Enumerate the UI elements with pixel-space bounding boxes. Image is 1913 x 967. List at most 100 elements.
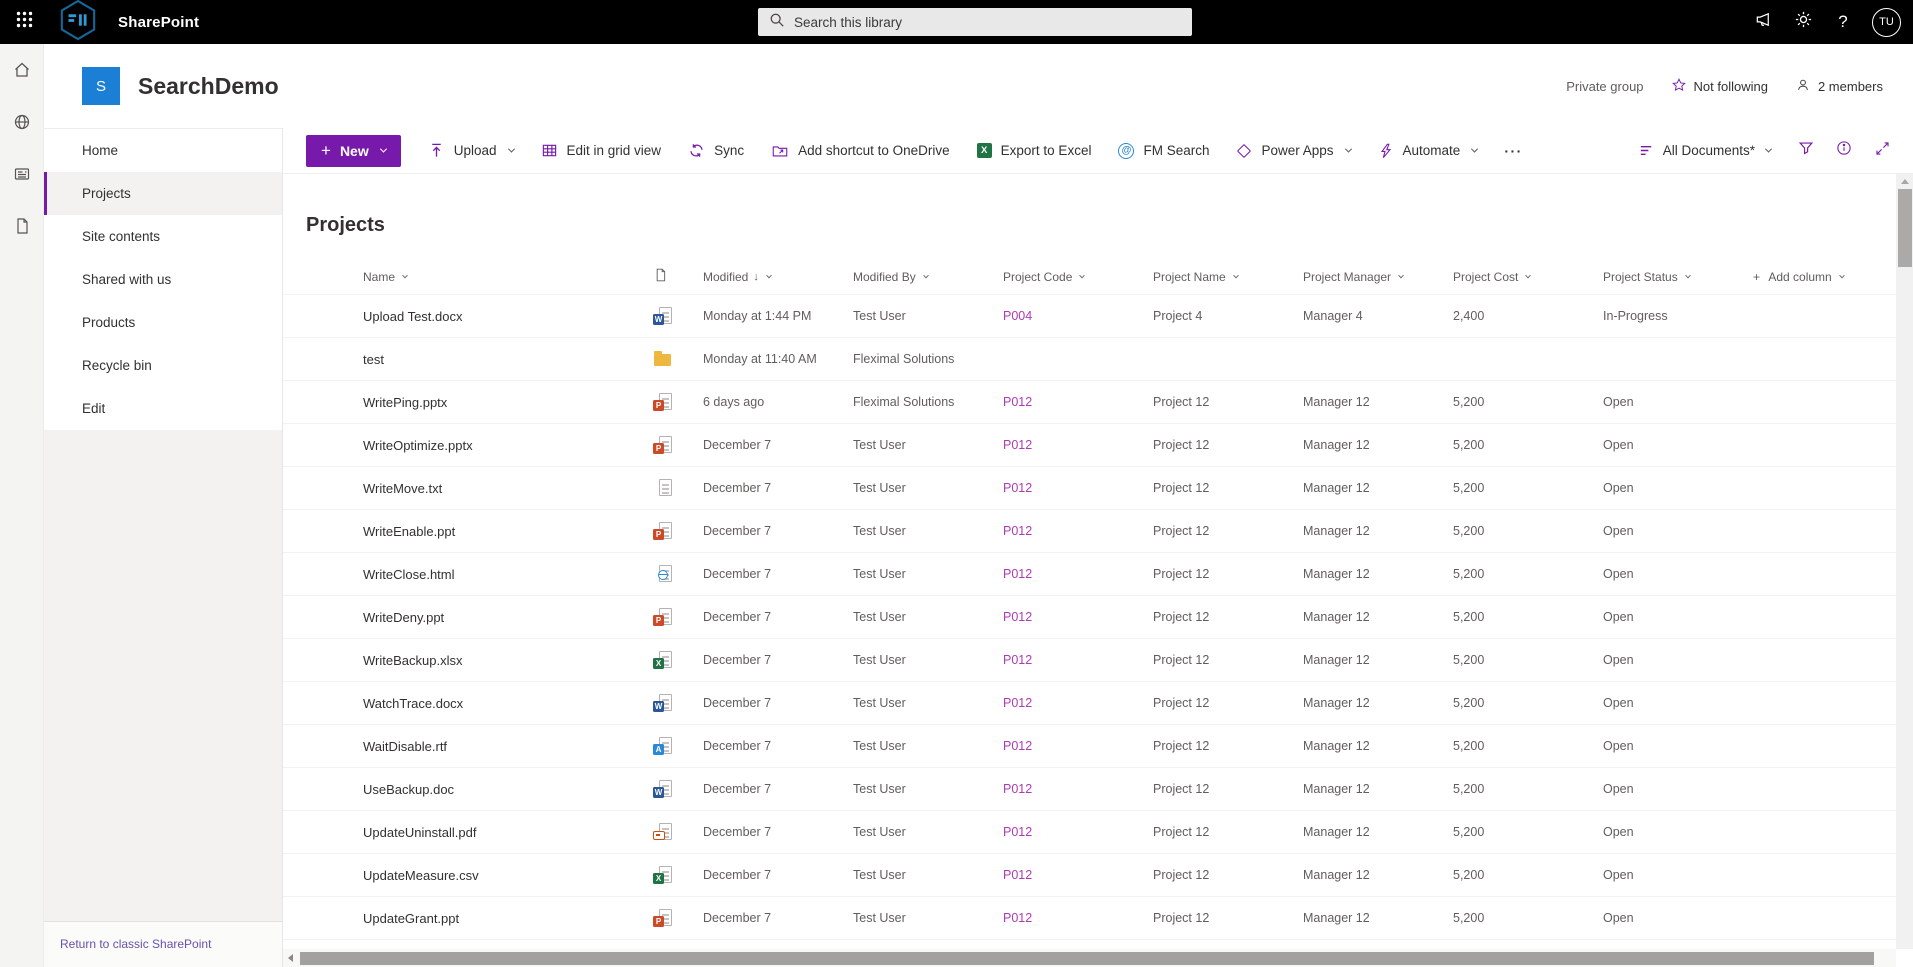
info-button[interactable] (1827, 135, 1861, 167)
follow-button[interactable]: Not following (1671, 77, 1768, 96)
overflow-button[interactable]: ··· (1504, 143, 1523, 159)
project-code-cell[interactable]: P012 (1003, 739, 1153, 753)
file-name-cell[interactable]: WritePing.pptx (363, 395, 653, 410)
settings-button[interactable] (1783, 0, 1823, 44)
project-code-cell[interactable]: P012 (1003, 696, 1153, 710)
cmd-export-to-excel[interactable]: X Export to Excel (976, 143, 1091, 158)
cmd-edit-in-grid-view[interactable]: Edit in grid view (541, 142, 661, 159)
feedback-button[interactable] (1743, 0, 1783, 44)
filter-button[interactable] (1789, 135, 1823, 167)
table-row[interactable]: WriteEnable.ppt P December 7 Test User P012 P… (283, 510, 1913, 553)
file-badge: P (653, 615, 664, 626)
fullscreen-button[interactable] (1865, 135, 1899, 167)
app-launcher-button[interactable] (0, 0, 48, 44)
table-row[interactable]: WaitDisable.rtf A December 7 Test User P012 P… (283, 725, 1913, 768)
table-row[interactable]: WriteClose.html December 7 Test User P012 Pr… (283, 553, 1913, 596)
column-header-name[interactable]: Name (363, 270, 653, 284)
table-row[interactable]: UpdateGrant.ppt P December 7 Test User P012 P… (283, 897, 1913, 940)
column-header-project-status[interactable]: Project Status (1603, 270, 1753, 284)
file-name-cell[interactable]: WaitDisable.rtf (363, 739, 653, 754)
tenant-logo[interactable] (56, 0, 100, 44)
cmd-automate[interactable]: Automate (1378, 143, 1479, 159)
waffle-icon (16, 11, 33, 33)
project-code-cell[interactable]: P012 (1003, 653, 1153, 667)
project-code-cell[interactable]: P012 (1003, 610, 1153, 624)
table-row[interactable]: WatchTrace.docx W December 7 Test User P012 P… (283, 682, 1913, 725)
rail-documents-button[interactable] (12, 216, 32, 241)
project-code-cell[interactable]: P004 (1003, 309, 1153, 323)
project-code-cell[interactable]: P012 (1003, 395, 1153, 409)
table-row[interactable]: test Monday at 11:40 AM Fleximal Solutions (283, 338, 1913, 381)
table-row[interactable]: WriteDeny.ppt P December 7 Test User P012 Pro… (283, 596, 1913, 639)
sidebar-item-label: Products (82, 315, 136, 330)
file-name-cell[interactable]: WriteClose.html (363, 567, 653, 582)
file-name-cell[interactable]: Upload Test.docx (363, 309, 653, 324)
column-header-project-manager[interactable]: Project Manager (1303, 270, 1453, 284)
cmd-fm-search[interactable]: @ FM Search (1118, 142, 1209, 159)
column-header-file-type[interactable] (653, 267, 703, 286)
sidebar-item-shared-with-us[interactable]: Shared with us (44, 258, 282, 301)
file-name-cell[interactable]: UpdateUninstall.pdf (363, 825, 653, 840)
file-name-cell[interactable]: WriteBackup.xlsx (363, 653, 653, 668)
file-name-cell[interactable]: test (363, 352, 653, 367)
sidebar-item-recycle-bin[interactable]: Recycle bin (44, 344, 282, 387)
horizontal-scrollbar[interactable] (283, 949, 1896, 967)
cmd-sync[interactable]: Sync (688, 142, 744, 159)
sidebar-item-edit[interactable]: Edit (44, 387, 282, 430)
help-button[interactable]: ? (1823, 0, 1863, 44)
classic-sharepoint-link[interactable]: Return to classic SharePoint (60, 937, 211, 951)
file-name-cell[interactable]: WriteDeny.ppt (363, 610, 653, 625)
column-header-add-column[interactable]: + Add column (1753, 270, 1913, 284)
cmd-upload[interactable]: Upload (428, 142, 515, 159)
sidebar-item-site-contents[interactable]: Site contents (44, 215, 282, 258)
power-apps-icon (1237, 143, 1252, 158)
sidebar-item-projects[interactable]: Projects (44, 172, 282, 215)
project-code-cell[interactable]: P012 (1003, 524, 1153, 538)
vertical-scrollbar-thumb[interactable] (1897, 189, 1912, 267)
members-button[interactable]: 2 members (1795, 77, 1883, 96)
column-header-modified-by[interactable]: Modified By (853, 270, 1003, 284)
site-logo[interactable]: S (82, 67, 120, 105)
project-code-cell[interactable]: P012 (1003, 438, 1153, 452)
sidebar-item-products[interactable]: Products (44, 301, 282, 344)
table-row[interactable]: UpdateMeasure.csv X December 7 Test User P01… (283, 854, 1913, 897)
project-status-cell: Open (1603, 524, 1634, 538)
project-code-cell[interactable]: P012 (1003, 911, 1153, 925)
new-button[interactable]: + New (306, 134, 401, 167)
file-name-cell[interactable]: WriteOptimize.pptx (363, 438, 653, 453)
column-header-project-code[interactable]: Project Code (1003, 270, 1153, 284)
file-name-cell[interactable]: WatchTrace.docx (363, 696, 653, 711)
project-code-cell[interactable]: P012 (1003, 868, 1153, 882)
cmd-add-shortcut-to-onedrive[interactable]: Add shortcut to OneDrive (771, 142, 950, 160)
rail-news-button[interactable] (12, 164, 32, 189)
view-selector[interactable]: All Documents* (1638, 142, 1773, 159)
search-input[interactable] (794, 14, 1181, 30)
project-code-cell[interactable]: P012 (1003, 825, 1153, 839)
table-row[interactable]: WriteOptimize.pptx P December 7 Test User P0… (283, 424, 1913, 467)
table-row[interactable]: WriteMove.txt December 7 Test User P012 Proj… (283, 467, 1913, 510)
table-row[interactable]: UpdateUninstall.pdf December 7 Test User P0… (283, 811, 1913, 854)
table-row[interactable]: WriteBackup.xlsx X December 7 Test User P012… (283, 639, 1913, 682)
column-header-modified[interactable]: Modified ↓ (703, 270, 853, 284)
table-row[interactable]: Upload Test.docx W Monday at 1:44 PM Test U… (283, 295, 1913, 338)
file-name-cell[interactable]: WriteEnable.ppt (363, 524, 653, 539)
rail-my-sites-button[interactable] (12, 112, 32, 137)
account-avatar[interactable]: TU (1872, 7, 1901, 37)
horizontal-scrollbar-thumb[interactable] (300, 951, 1874, 965)
file-name-cell[interactable]: UpdateGrant.ppt (363, 911, 653, 926)
cmd-power-apps[interactable]: Power Apps (1236, 143, 1352, 158)
vertical-scrollbar[interactable] (1896, 174, 1913, 949)
rail-home-button[interactable] (12, 60, 32, 85)
file-name-cell[interactable]: UpdateMeasure.csv (363, 868, 653, 883)
project-code-cell[interactable]: P012 (1003, 782, 1153, 796)
suite-search[interactable] (758, 8, 1192, 36)
sidebar-item-home[interactable]: Home (44, 129, 282, 172)
table-row[interactable]: WritePing.pptx P 6 days ago Fleximal Soluti… (283, 381, 1913, 424)
table-row[interactable]: UseBackup.doc W December 7 Test User P012 Pro… (283, 768, 1913, 811)
column-header-project-name[interactable]: Project Name (1153, 270, 1303, 284)
file-name-cell[interactable]: WriteMove.txt (363, 481, 653, 496)
file-name-cell[interactable]: UseBackup.doc (363, 782, 653, 797)
column-header-project-cost[interactable]: Project Cost (1453, 270, 1603, 284)
project-code-cell[interactable]: P012 (1003, 481, 1153, 495)
project-code-cell[interactable]: P012 (1003, 567, 1153, 581)
